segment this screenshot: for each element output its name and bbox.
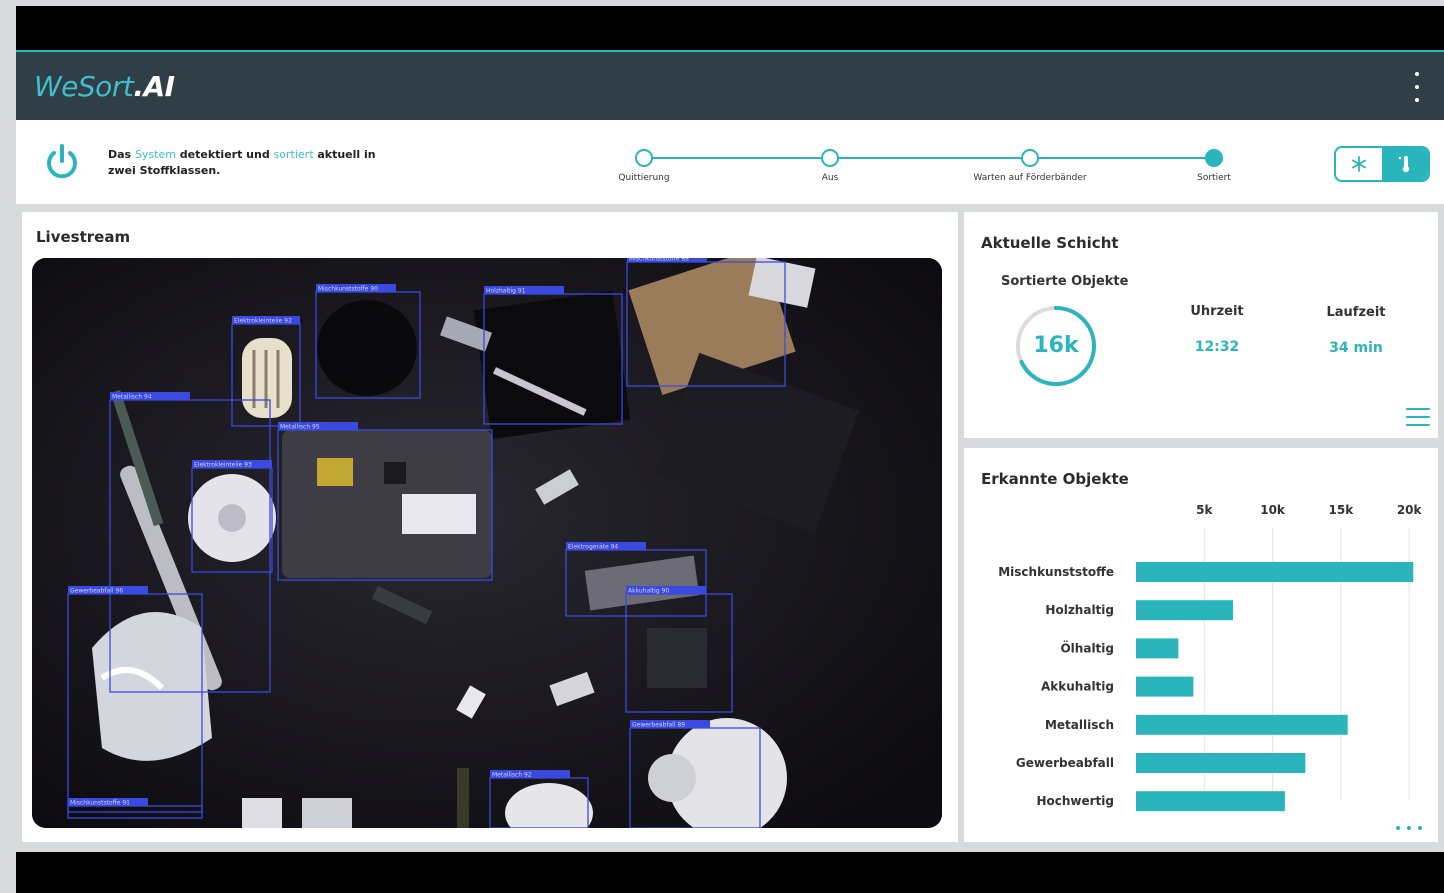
- step-quittierung[interactable]: Quittierung: [584, 146, 704, 183]
- bar-akkuhaltig[interactable]: [1136, 676, 1194, 697]
- detection-label: Elektrokleinteile 93: [194, 462, 252, 469]
- step-warten[interactable]: Warten auf Förderbänder: [970, 146, 1090, 183]
- x-tick-label: 15k: [1329, 503, 1355, 517]
- detection-label: Mischkunststoffe 91: [70, 800, 130, 807]
- logo: WeSort.AI: [34, 70, 175, 103]
- toggle-option-right[interactable]: [1382, 148, 1428, 180]
- livestream-video[interactable]: Metallisch 94 Elektrokleinteile 92 Mischku…: [32, 258, 942, 828]
- step-dot-active: [1205, 149, 1223, 167]
- x-tick-label: 10k: [1260, 503, 1286, 517]
- mode-toggle[interactable]: [1334, 146, 1430, 182]
- livestream-frame: Metallisch 94 Elektrokleinteile 92 Mischku…: [32, 258, 942, 828]
- detection-label: Gewerbeabfall 89: [632, 722, 685, 729]
- detection-label: Mischkunststoffe 88: [629, 258, 689, 263]
- category-label: Gewerbeabfall: [1016, 756, 1114, 770]
- status-bar: Das System detektiert und sortiert aktue…: [16, 120, 1444, 204]
- category-label: Hochwertig: [1036, 794, 1114, 808]
- bar-gewerbeabfall[interactable]: [1136, 753, 1306, 773]
- livestream-title: Livestream: [36, 228, 131, 246]
- detection-label: Metallisch 92: [492, 772, 532, 779]
- time-label: Uhrzeit: [1190, 304, 1244, 319]
- x-tick-label: 20k: [1397, 503, 1423, 517]
- current-shift-title: Aktuelle Schicht: [981, 234, 1119, 252]
- detection-label: Akkuhaltig 90: [628, 588, 669, 595]
- toggle-option-left[interactable]: [1336, 148, 1382, 180]
- bottom-black-bar: [16, 852, 1444, 893]
- snowflake-icon: [1352, 156, 1367, 172]
- step-aus[interactable]: Aus: [770, 146, 890, 183]
- bar-mischkunststoffe[interactable]: [1136, 562, 1414, 582]
- x-tick-label: 5k: [1196, 503, 1213, 517]
- system-status-text: Das System detektiert und sortiert aktue…: [108, 148, 376, 177]
- stepper-line: [644, 157, 1214, 159]
- runtime-stat: Laufzeit 34 min: [1296, 305, 1416, 356]
- process-stepper: Quittierung Aus Warten auf Förderbänder …: [596, 146, 1256, 196]
- hamburger-menu-icon[interactable]: [1406, 408, 1430, 426]
- bar-holzhaltig[interactable]: [1136, 600, 1233, 621]
- time-value: 12:32: [1194, 339, 1240, 355]
- detection-label: Gewerbeabfall 96: [70, 588, 123, 595]
- sorted-objects-value: 16k: [1033, 333, 1079, 358]
- detected-objects-chart: 5k 10k 15k 20k Mischkunststoffe Holzhaltig Ölh…: [998, 503, 1423, 812]
- bar-ölhaltig[interactable]: [1136, 638, 1179, 659]
- detection-label: Mischkunststoffe 90: [318, 286, 378, 293]
- step-dot: [821, 149, 839, 167]
- sorted-objects-label: Sortierte Objekte: [1001, 274, 1129, 289]
- top-black-bar: [16, 6, 1444, 50]
- bar-metallisch[interactable]: [1136, 714, 1348, 735]
- category-label: Mischkunststoffe: [998, 565, 1114, 579]
- current-shift-panel: Aktuelle Schicht Sortierte Objekte 16k U…: [964, 212, 1438, 438]
- thermometer-icon: [1398, 156, 1410, 173]
- step-dot: [1021, 149, 1039, 167]
- category-label: Akkuhaltig: [1041, 680, 1114, 694]
- category-label: Metallisch: [1045, 718, 1114, 732]
- time-stat: Uhrzeit 12:32: [1157, 304, 1277, 355]
- kebab-menu-icon[interactable]: [1412, 72, 1422, 102]
- livestream-panel: Livestream Metallisch 94 Elektrokleintei…: [22, 212, 958, 842]
- app-header: WeSort.AI: [16, 50, 1444, 120]
- runtime-value: 34 min: [1329, 340, 1383, 356]
- runtime-label: Laufzeit: [1326, 305, 1386, 320]
- category-label: Ölhaltig: [1060, 640, 1114, 655]
- step-sortiert[interactable]: Sortiert: [1154, 146, 1274, 183]
- detection-label: Metallisch 94: [112, 394, 152, 401]
- detection-label: Elektrogeräte 94: [568, 544, 618, 551]
- detection-label: Elektrokleinteile 92: [234, 318, 292, 325]
- detection-label: Metallisch 95: [280, 424, 320, 431]
- step-dot: [635, 149, 653, 167]
- detected-objects-panel: Erkannte Objekte 5k 10k 15k 20k Mischkunstst…: [964, 448, 1438, 842]
- detected-objects-title: Erkannte Objekte: [981, 470, 1129, 488]
- category-label: Holzhaltig: [1045, 603, 1114, 617]
- bar-hochwertig[interactable]: [1136, 791, 1285, 812]
- detection-label: Holzhaltig 91: [486, 288, 526, 295]
- more-dots-icon[interactable]: [1396, 826, 1422, 832]
- power-icon[interactable]: [42, 142, 82, 182]
